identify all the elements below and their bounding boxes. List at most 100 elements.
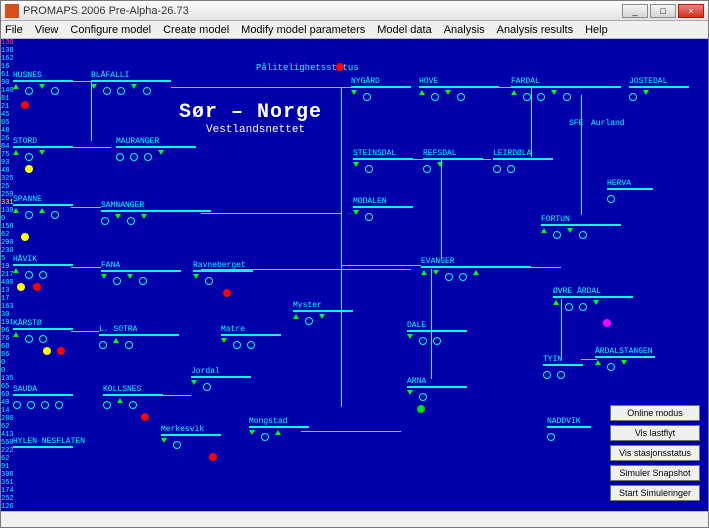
node-label: SAMNANGER xyxy=(101,201,211,210)
node-myster[interactable]: Myster xyxy=(293,301,353,325)
node-leirdola[interactable]: LEIRDØLA xyxy=(493,149,553,173)
node-naddvik[interactable]: NADDVIK xyxy=(547,417,591,441)
node-mauranger[interactable]: MAURANGER xyxy=(116,137,196,161)
warning-dot xyxy=(21,233,29,241)
node-modalen[interactable]: MODALEN xyxy=(353,197,413,221)
node-evanger[interactable]: EVANGER xyxy=(421,257,531,281)
node-steinsdal[interactable]: STEINSDAL xyxy=(353,149,413,173)
titlebar: PROMAPS 2006 Pre-Alpha-26.73 _ □ × xyxy=(1,1,708,21)
network-diagram[interactable]: Pålitelighetsstatus Sør – Norge Vestland… xyxy=(1,39,708,511)
node-sauda[interactable]: SAUDA xyxy=(13,385,73,409)
node-husnes[interactable]: HUSNES xyxy=(13,71,73,95)
simuler-snapshot-button[interactable]: Simuler Snapshot xyxy=(610,465,700,481)
busbar xyxy=(193,270,253,272)
flow-value: 62 xyxy=(1,455,708,463)
menu-configure[interactable]: Configure model xyxy=(70,24,151,36)
status-dot-magenta xyxy=(603,319,611,327)
node-refsdal[interactable]: REFSDAL xyxy=(423,149,483,173)
menu-create[interactable]: Create model xyxy=(163,24,229,36)
flow-value: 550 xyxy=(1,439,708,447)
flow-value: 45 xyxy=(1,111,708,119)
line xyxy=(71,147,111,148)
alarm-dot xyxy=(57,347,65,355)
node-herva[interactable]: HERVA xyxy=(607,179,653,203)
busbar xyxy=(595,356,655,358)
busbar xyxy=(553,296,633,298)
node-label: L. SOTRA xyxy=(99,325,179,334)
alarm-dot xyxy=(223,289,231,297)
node-samnanger[interactable]: SAMNANGER xyxy=(101,201,211,225)
node-label: STEINSDAL xyxy=(353,149,413,158)
node-fortun[interactable]: FORTUN xyxy=(541,215,621,239)
node-fardal[interactable]: FARDAL xyxy=(511,77,621,101)
flow-value: 398 xyxy=(1,471,708,479)
node-hove[interactable]: HOVE xyxy=(419,77,499,101)
menu-analysis[interactable]: Analysis xyxy=(444,24,485,36)
busbar xyxy=(249,426,309,428)
busbar xyxy=(421,266,531,268)
node-label: SAUDA xyxy=(13,385,73,394)
flow-value: 30 xyxy=(1,311,708,319)
node-matre[interactable]: Matre xyxy=(221,325,281,349)
node-ovre-ardal[interactable]: ØVRE ÅRDAL xyxy=(553,287,633,311)
line xyxy=(481,87,511,88)
flow-value: 351 xyxy=(1,479,708,487)
flow-value: 222 xyxy=(1,447,708,455)
busbar xyxy=(101,210,211,212)
diagram-subtitle: Vestlandsnettet xyxy=(206,124,305,136)
menu-modeldata[interactable]: Model data xyxy=(377,24,431,36)
node-arna[interactable]: ARNA xyxy=(407,377,467,401)
line xyxy=(521,267,561,268)
online-modus-button[interactable]: Online modus xyxy=(610,405,700,421)
node-ravneberget[interactable]: Ravneberget xyxy=(193,261,253,285)
node-label: Jordal xyxy=(191,367,251,376)
node-lsotra[interactable]: L. SOTRA xyxy=(99,325,179,349)
node-mongstad[interactable]: Mongstad xyxy=(249,417,309,441)
busbar xyxy=(13,328,73,330)
node-stord[interactable]: STORD xyxy=(13,137,73,161)
busbar xyxy=(353,206,413,208)
line xyxy=(341,87,342,407)
busbar xyxy=(407,330,467,332)
line xyxy=(341,265,421,266)
window-title: PROMAPS 2006 Pre-Alpha-26.73 xyxy=(23,5,622,17)
node-label: MODALEN xyxy=(353,197,413,206)
node-label: HOVE xyxy=(419,77,499,86)
node-label: Matre xyxy=(221,325,281,334)
aurland-label: Aurland xyxy=(591,119,625,128)
maximize-button[interactable]: □ xyxy=(650,4,676,18)
node-havik[interactable]: HÅVIK xyxy=(13,255,73,279)
node-kollsnes[interactable]: KOLLSNES xyxy=(103,385,163,409)
menu-view[interactable]: View xyxy=(35,24,59,36)
vis-stasjon-button[interactable]: Vis stasjonsstatus xyxy=(610,445,700,461)
warning-dot xyxy=(43,347,51,355)
node-nygard[interactable]: NYGÅRD xyxy=(351,77,411,101)
node-fana[interactable]: FANA xyxy=(101,261,181,285)
node-ardalstangen[interactable]: ÅRDALSTANGEN xyxy=(595,347,655,371)
menu-help[interactable]: Help xyxy=(585,24,608,36)
node-jostedal[interactable]: JOSTEDAL xyxy=(629,77,689,101)
menu-results[interactable]: Analysis results xyxy=(497,24,573,36)
busbar xyxy=(13,446,73,448)
node-label: JOSTEDAL xyxy=(629,77,689,86)
node-blafalli[interactable]: BLÅFALLI xyxy=(91,71,171,95)
node-hylen[interactable]: HYLEN NESFLATEN xyxy=(13,437,85,448)
close-button[interactable]: × xyxy=(678,4,704,18)
minimize-button[interactable]: _ xyxy=(622,4,648,18)
node-spanne[interactable]: SPANNE xyxy=(13,195,73,219)
busbar xyxy=(541,224,621,226)
node-dale[interactable]: DALE xyxy=(407,321,467,345)
window-controls: _ □ × xyxy=(622,4,704,18)
node-karsto[interactable]: KÅRSTØ xyxy=(13,319,73,343)
menu-file[interactable]: File xyxy=(5,24,23,36)
line xyxy=(301,431,401,432)
node-jordal[interactable]: Jordal xyxy=(191,367,251,391)
vis-lastflyt-button[interactable]: Vis lastflyt xyxy=(610,425,700,441)
node-tyin[interactable]: TYIN xyxy=(543,355,583,379)
start-simuleringer-button[interactable]: Start Simuleringer xyxy=(610,485,700,501)
flow-value: 413 xyxy=(1,431,708,439)
flow-value: 162 xyxy=(1,55,708,63)
node-merkesvik[interactable]: Merkesvik xyxy=(161,425,221,449)
menu-modify[interactable]: Modify model parameters xyxy=(241,24,365,36)
busbar xyxy=(351,86,411,88)
